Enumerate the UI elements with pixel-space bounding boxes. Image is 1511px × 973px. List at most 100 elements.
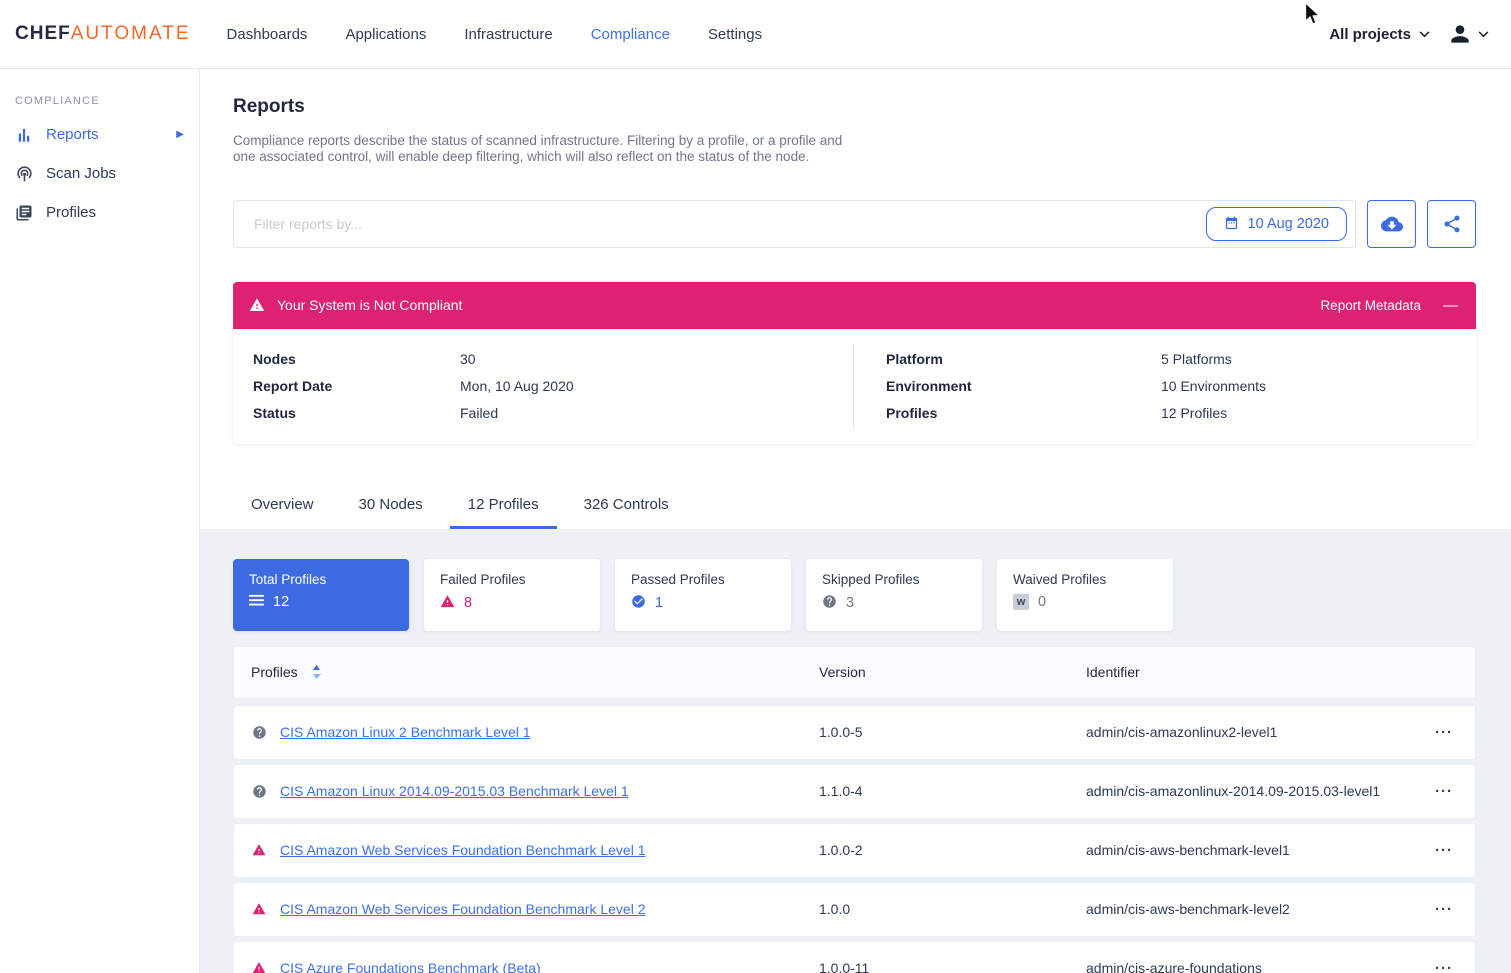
metadata-row: Report Date Mon, 10 Aug 2020	[253, 373, 853, 400]
top-nav: CHEF AUTOMATE Dashboards Applications In…	[0, 0, 1511, 69]
table-row: CIS Amazon Linux 2 Benchmark Level 1 1.0…	[233, 705, 1476, 760]
row-menu-button[interactable]: ···	[1435, 960, 1453, 973]
user-menu[interactable]	[1447, 21, 1489, 47]
profile-link[interactable]: CIS Amazon Web Services Foundation Bench…	[280, 842, 645, 858]
failed-warning-icon	[440, 594, 455, 613]
submenu-arrow-icon[interactable]: ▶	[176, 129, 184, 140]
profile-link[interactable]: CIS Azure Foundations Benchmark (Beta)	[280, 960, 541, 973]
metadata-value: Failed	[460, 400, 498, 427]
profile-status-card[interactable]: Failed Profiles 8	[424, 559, 600, 631]
projects-dropdown[interactable]: All projects	[1329, 26, 1430, 43]
sidebar-item[interactable]: Reports ▶	[0, 115, 199, 154]
metadata-label: Profiles	[886, 400, 1161, 427]
metadata-row: Status Failed	[253, 400, 853, 427]
profiles-table-header: Profiles Version Identifier	[233, 646, 1476, 699]
identifier-cell: admin/cis-amazonlinux-2014.09-2015.03-le…	[1086, 783, 1401, 799]
compliance-status-banner: Your System is Not Compliant Report Meta…	[233, 282, 1476, 329]
sidebar-item-label: Scan Jobs	[46, 165, 116, 182]
profiles-book-icon	[15, 203, 34, 222]
profiles-column-label: Profiles	[251, 664, 298, 680]
banner-title: Your System is Not Compliant	[277, 297, 462, 313]
sidebar-item[interactable]: Scan Jobs	[0, 154, 199, 193]
card-count: 12	[273, 594, 289, 610]
logo-chef-text: CHEF	[15, 23, 71, 45]
profiles-table-body: CIS Amazon Linux 2 Benchmark Level 1 1.0…	[233, 705, 1476, 973]
nav-item[interactable]: Applications	[345, 26, 426, 43]
metadata-value: Mon, 10 Aug 2020	[460, 373, 574, 400]
card-title: Skipped Profiles	[822, 572, 966, 587]
share-report-button[interactable]	[1427, 200, 1476, 248]
profile-status-card[interactable]: Waived Profiles w 0	[997, 559, 1173, 631]
user-avatar-icon	[1447, 21, 1473, 47]
skipped-question-icon	[251, 725, 267, 740]
tab[interactable]: Overview	[233, 485, 332, 529]
profile-status-card[interactable]: Skipped Profiles 3	[806, 559, 982, 631]
card-title: Total Profiles	[249, 572, 393, 587]
profiles-column-header: Profiles	[234, 664, 819, 680]
version-column-label: Version	[819, 664, 1086, 680]
row-menu-button[interactable]: ···	[1435, 783, 1453, 800]
profile-link[interactable]: CIS Amazon Linux 2 Benchmark Level 1	[280, 724, 531, 740]
card-title: Passed Profiles	[631, 572, 775, 587]
profile-link[interactable]: CIS Amazon Linux 2014.09-2015.03 Benchma…	[280, 783, 629, 799]
version-cell: 1.0.0-2	[819, 842, 1086, 858]
card-value: w 0	[1013, 594, 1157, 610]
profile-link[interactable]: CIS Amazon Web Services Foundation Bench…	[280, 901, 645, 917]
report-tabs: Overview 30 Nodes 12 Profiles 326 Contro…	[233, 485, 1476, 529]
nav-item[interactable]: Infrastructure	[464, 26, 552, 43]
main-content: Reports Compliance reports describe the …	[200, 69, 1511, 973]
profiles-sort-control[interactable]: Profiles	[251, 664, 321, 680]
card-count: 3	[846, 595, 854, 611]
metadata-row: Profiles 12 Profiles	[886, 400, 1476, 427]
table-row: CIS Amazon Linux 2014.09-2015.03 Benchma…	[233, 764, 1476, 819]
identifier-cell: admin/cis-amazonlinux2-level1	[1086, 724, 1401, 740]
skipped-question-icon	[822, 594, 837, 613]
filter-box: 10 Aug 2020	[233, 200, 1356, 248]
metadata-right-column: Platform 5 Platforms Environment 10 Envi…	[853, 346, 1476, 427]
tab[interactable]: 12 Profiles	[450, 485, 557, 529]
tab[interactable]: 30 Nodes	[341, 485, 441, 529]
profiles-lower-section: Total Profiles 12 Failed Profiles	[200, 529, 1511, 973]
main-nav-menu: Dashboards Applications Infrastructure C…	[227, 26, 763, 43]
download-report-button[interactable]	[1367, 200, 1416, 248]
card-count: 1	[655, 595, 663, 611]
passed-check-icon	[631, 594, 646, 613]
tab[interactable]: 326 Controls	[566, 485, 687, 529]
row-menu-button[interactable]: ···	[1435, 901, 1453, 918]
failed-warning-icon	[251, 902, 267, 916]
profile-status-cards: Total Profiles 12 Failed Profiles	[233, 559, 1476, 631]
chevron-down-icon	[1419, 31, 1430, 38]
metadata-value: 10 Environments	[1161, 373, 1266, 400]
table-row: CIS Amazon Web Services Foundation Bench…	[233, 882, 1476, 937]
nav-item[interactable]: Settings	[708, 26, 762, 43]
metadata-left-column: Nodes 30 Report Date Mon, 10 Aug 2020 St…	[233, 346, 853, 427]
metadata-label: Status	[253, 400, 460, 427]
metadata-row: Environment 10 Environments	[886, 373, 1476, 400]
report-metadata-label: Report Metadata	[1320, 298, 1421, 313]
collapse-metadata-button[interactable]: —	[1443, 298, 1458, 313]
row-menu-button[interactable]: ···	[1435, 842, 1453, 859]
profile-status-card[interactable]: Passed Profiles 1	[615, 559, 791, 631]
sidebar-item[interactable]: Profiles	[0, 193, 199, 232]
cloud-download-icon	[1381, 213, 1403, 235]
report-date-button[interactable]: 10 Aug 2020	[1206, 207, 1347, 241]
profile-status-card[interactable]: Total Profiles 12	[233, 559, 409, 631]
calendar-icon	[1224, 216, 1239, 231]
metadata-label: Environment	[886, 373, 1161, 400]
filter-reports-input[interactable]	[234, 216, 1206, 232]
page-description: Compliance reports describe the status o…	[233, 133, 851, 166]
projects-label: All projects	[1329, 26, 1411, 43]
profile-cell: CIS Amazon Web Services Foundation Bench…	[234, 901, 819, 917]
nav-item[interactable]: Compliance	[591, 26, 670, 43]
row-menu-button[interactable]: ···	[1435, 724, 1453, 741]
nav-item[interactable]: Dashboards	[227, 26, 308, 43]
metadata-value: 30	[460, 346, 476, 373]
identifier-cell: admin/cis-aws-benchmark-level2	[1086, 901, 1401, 917]
profile-cell: CIS Azure Foundations Benchmark (Beta)	[234, 960, 819, 973]
card-value: 12	[249, 594, 393, 611]
card-title: Failed Profiles	[440, 572, 584, 587]
chef-automate-logo[interactable]: CHEF AUTOMATE	[15, 23, 191, 45]
sidebar-items: Reports ▶ Scan Jobs Profiles	[0, 115, 199, 232]
table-row: CIS Azure Foundations Benchmark (Beta) 1…	[233, 941, 1476, 973]
filter-row: 10 Aug 2020	[233, 200, 1476, 248]
